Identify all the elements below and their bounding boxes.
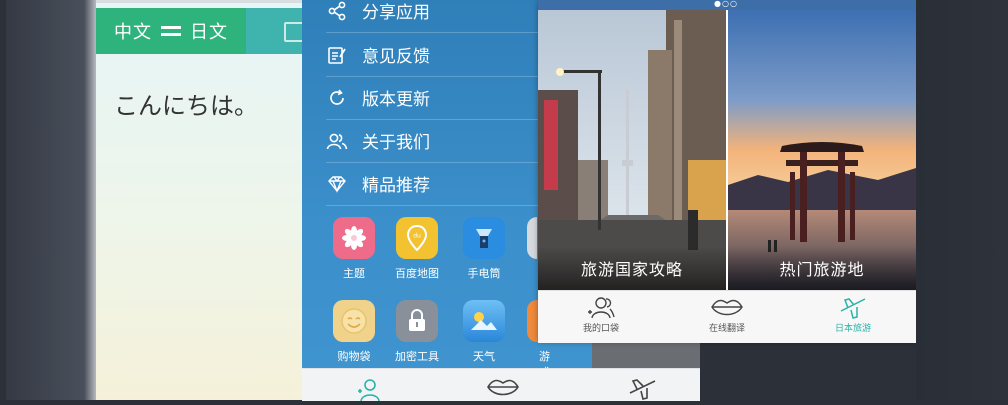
app-weather[interactable]: 天气 <box>454 300 514 364</box>
app-label: 主题 <box>343 267 365 280</box>
lock-icon <box>396 300 438 342</box>
lips-icon <box>711 299 743 316</box>
airplane-icon[interactable] <box>627 375 659 400</box>
svg-text:du: du <box>413 233 421 240</box>
tab-label: 我的口袋 <box>582 324 619 334</box>
flashlight-icon <box>463 217 505 259</box>
app-encrypt-tool[interactable]: 加密工具 <box>387 300 447 364</box>
share-icon <box>326 0 348 22</box>
menu-item-label: 精品推荐 <box>362 176 430 196</box>
device-bezel-left <box>6 0 98 400</box>
tab-label: 日本旅游 <box>834 324 871 334</box>
tab-online-translate[interactable]: 在线翻译 <box>664 295 790 334</box>
tab-label: 在线翻译 <box>708 324 745 334</box>
target-language[interactable]: 日文 <box>190 18 228 44</box>
travel-screen: ●○○ 旅游国家攻略 热门旅游地 我的口袋 在线翻译 日本旅游 <box>538 0 916 343</box>
menu-item-label: 分享应用 <box>362 3 430 23</box>
app-icon <box>527 217 537 259</box>
app-label: 加密工具 <box>395 350 439 363</box>
tile-hot-destinations[interactable]: 热门旅游地 <box>728 10 916 290</box>
feedback-icon <box>326 44 348 66</box>
people-icon <box>326 130 348 152</box>
tile-label: 旅游国家攻略 <box>538 246 726 290</box>
app-baidu-map[interactable]: du 百度地图 <box>387 217 447 281</box>
app-partial[interactable] <box>517 217 537 265</box>
app-theme[interactable]: 主题 <box>324 217 384 281</box>
app-flashlight[interactable]: 手电筒 <box>454 217 514 281</box>
device-bezel-right <box>916 0 1008 400</box>
app-label: 百度地图 <box>395 267 439 280</box>
refresh-icon <box>326 87 348 109</box>
tile-country-guide[interactable]: 旅游国家攻略 <box>538 10 726 290</box>
tile-label: 热门旅游地 <box>728 246 916 290</box>
app-label: 手电筒 <box>467 267 501 280</box>
bottom-tab-bar: 我的口袋 在线翻译 日本旅游 <box>538 290 916 343</box>
bottom-tab-bar <box>302 368 700 402</box>
map-pin-icon: du <box>396 217 438 259</box>
weather-icon <box>463 300 505 342</box>
menu-item-label: 版本更新 <box>362 90 430 110</box>
language-switch-bar[interactable]: 中文 日文 <box>96 8 246 54</box>
lips-icon[interactable] <box>486 375 519 399</box>
smile-icon <box>333 300 375 342</box>
page-dots: ●○○ <box>714 0 738 8</box>
airplane-icon <box>840 298 866 319</box>
keyboard-icon[interactable] <box>284 22 304 42</box>
app-shopping-bag[interactable]: 购物袋 <box>324 300 384 364</box>
tab-japan-travel[interactable]: 日本旅游 <box>790 295 916 334</box>
source-language[interactable]: 中文 <box>114 18 152 44</box>
input-text[interactable]: こんにちは。 <box>114 86 258 121</box>
app-label: 天气 <box>473 350 495 363</box>
diamond-icon <box>326 173 348 195</box>
menu-item-label: 关于我们 <box>362 133 430 153</box>
pocket-people-icon <box>588 297 615 319</box>
tab-my-pocket[interactable]: 我的口袋 <box>538 295 664 334</box>
app-label: 购物袋 <box>337 350 371 363</box>
flower-icon <box>333 217 375 259</box>
menu-item-label: 意见反馈 <box>362 47 430 67</box>
pocket-people-icon[interactable] <box>356 375 388 402</box>
swap-icon[interactable] <box>161 24 181 38</box>
